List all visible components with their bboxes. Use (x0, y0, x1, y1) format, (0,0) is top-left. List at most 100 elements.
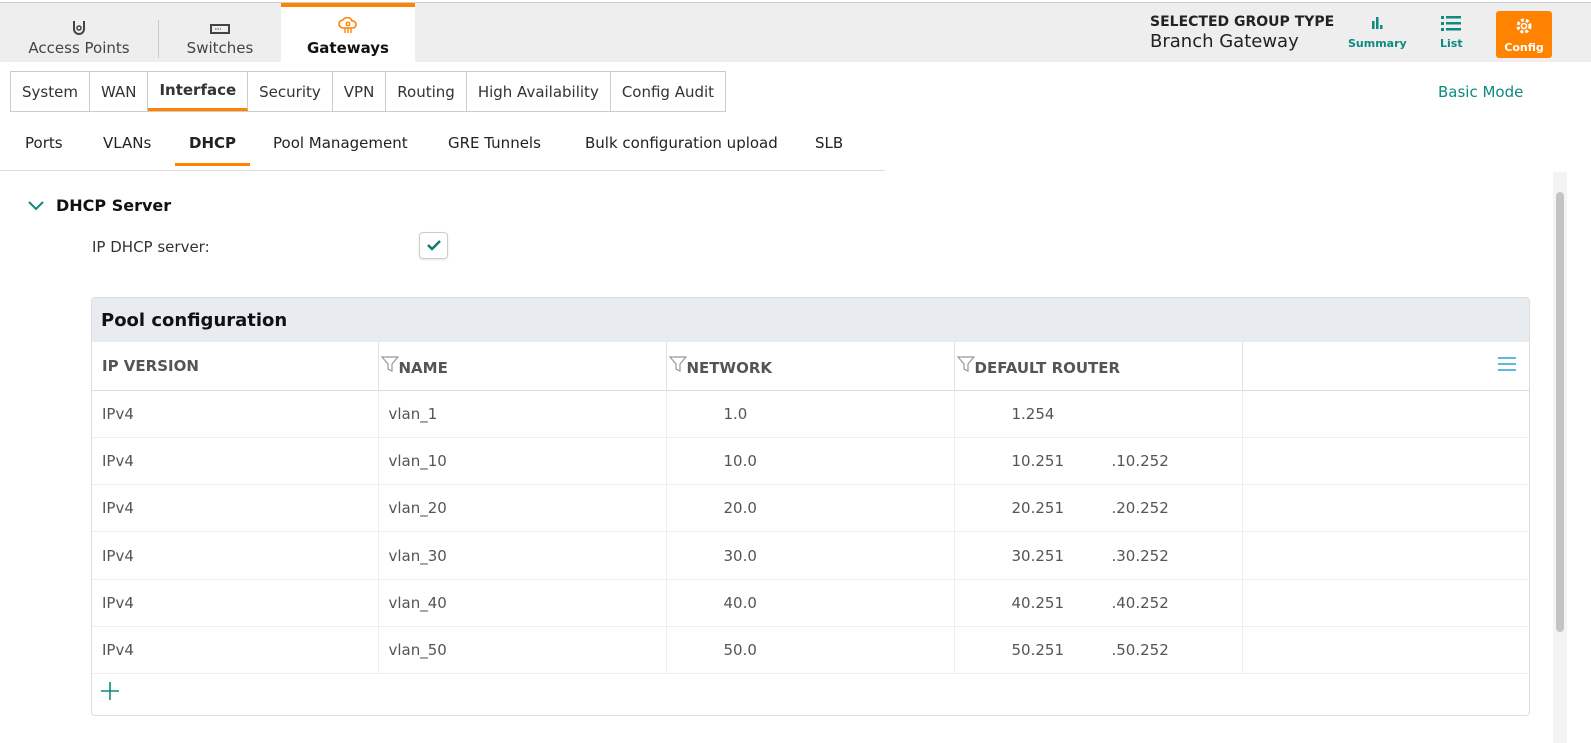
cell-default-router: 30.251 .30.252 (954, 531, 1243, 580)
cell-default-router: 10.251 .10.252 (954, 437, 1243, 486)
router-primary: 50.251 (1011, 641, 1065, 660)
tab-wan[interactable]: WAN (90, 72, 149, 111)
subtab-ports[interactable]: Ports (25, 134, 63, 163)
tab-high-availability[interactable]: High Availability (467, 72, 611, 111)
tab-label: Gateways (306, 39, 389, 57)
col-name[interactable]: NAME (378, 342, 667, 391)
router-secondary: .40.252 (1111, 593, 1169, 612)
cell-network: 30.0 (666, 531, 955, 580)
summary-label: Summary (1348, 37, 1407, 50)
subtab-pool-management[interactable]: Pool Management (273, 134, 408, 163)
cell-ip-version: IPv4 (92, 484, 379, 533)
router-primary: 1.254 (1011, 404, 1055, 423)
section-tabs: System WAN Interface Security VPN Routin… (10, 71, 727, 112)
tab-routing[interactable]: Routing (386, 72, 467, 111)
column-menu[interactable] (1242, 342, 1529, 391)
sub-tabs: Ports VLANs DHCP Pool Management GRE Tun… (0, 124, 885, 171)
cell-ip-version: IPv4 (92, 579, 379, 627)
pool-title: Pool configuration (92, 298, 1529, 342)
top-bar: Access Points Switches Gateways SELECTED… (0, 2, 1591, 63)
pool-table: IP VERSION NAME NETWORK DEFAULT ROUTER I… (92, 342, 1529, 675)
cell-ip-version: IPv4 (92, 626, 379, 675)
table-row[interactable]: IPv4 vlan_20 20.0 20.251 .20.252 (92, 484, 1529, 533)
cell-default-router: 1.254 (954, 390, 1243, 438)
cell-actions (1242, 579, 1529, 627)
col-ip-version[interactable]: IP VERSION (92, 342, 379, 391)
hamburger-menu-icon[interactable] (1497, 356, 1517, 372)
ip-dhcp-label: IP DHCP server: (92, 238, 210, 256)
table-row[interactable]: IPv4 vlan_30 30.0 30.251 .30.252 (92, 531, 1529, 580)
col-label: DEFAULT ROUTER (974, 358, 1121, 377)
cell-network: 40.0 (666, 579, 955, 627)
switch-icon (210, 24, 230, 34)
cell-network: 1.0 (666, 390, 955, 438)
cell-name: vlan_50 (378, 626, 667, 675)
cell-ip-version: IPv4 (92, 531, 379, 580)
tab-config-audit[interactable]: Config Audit (611, 72, 725, 111)
router-primary: 10.251 (1011, 451, 1065, 470)
table-row[interactable]: IPv4 vlan_10 10.0 10.251 .10.252 (92, 437, 1529, 486)
check-icon (426, 240, 441, 251)
cell-network: 20.0 (666, 484, 955, 533)
dhcp-server-header[interactable]: DHCP Server (28, 196, 171, 215)
tab-security[interactable]: Security (248, 72, 333, 111)
router-secondary: .20.252 (1111, 499, 1169, 518)
add-pool-button[interactable] (100, 681, 120, 705)
tab-vpn[interactable]: VPN (333, 72, 387, 111)
cell-network: 50.0 (666, 626, 955, 675)
table-row[interactable]: IPv4 vlan_40 40.0 40.251 .40.252 (92, 579, 1529, 627)
gear-icon (1516, 18, 1532, 33)
router-primary: 30.251 (1011, 546, 1065, 565)
cell-default-router: 50.251 .50.252 (954, 626, 1243, 675)
tab-system[interactable]: System (11, 72, 90, 111)
table-row[interactable]: IPv4 vlan_1 1.0 1.254 (92, 390, 1529, 438)
section-title: DHCP Server (56, 196, 172, 215)
cell-ip-version: IPv4 (92, 437, 379, 486)
cell-name: vlan_40 (378, 579, 667, 627)
filter-icon[interactable] (668, 355, 687, 373)
cell-ip-version: IPv4 (92, 390, 379, 438)
subtab-dhcp[interactable]: DHCP (175, 134, 251, 166)
summary-button[interactable]: Summary (1348, 13, 1407, 50)
ip-dhcp-checkbox[interactable] (419, 232, 448, 259)
config-label: Config (1504, 40, 1544, 54)
group-type-value: Branch Gateway (1150, 31, 1299, 52)
cell-default-router: 20.251 .20.252 (954, 484, 1243, 533)
cell-actions (1242, 484, 1529, 533)
col-network[interactable]: NETWORK (666, 342, 955, 391)
scrollbar-thumb[interactable] (1556, 192, 1564, 632)
access-point-icon (73, 21, 85, 35)
cell-actions (1242, 437, 1529, 486)
subtab-slb[interactable]: SLB (815, 134, 843, 163)
cell-name: vlan_1 (378, 390, 667, 438)
col-label: IP VERSION (102, 356, 199, 375)
filter-icon[interactable] (956, 355, 975, 373)
subtab-gre-tunnels[interactable]: GRE Tunnels (448, 134, 541, 163)
cell-actions (1242, 531, 1529, 580)
list-button[interactable]: List (1440, 13, 1463, 50)
tab-interface[interactable]: Interface (148, 72, 249, 111)
group-type-heading: SELECTED GROUP TYPE (1150, 14, 1335, 30)
tab-gateways[interactable]: Gateways (281, 3, 415, 63)
vertical-scrollbar[interactable] (1553, 172, 1567, 743)
cell-actions (1242, 390, 1529, 438)
router-primary: 20.251 (1011, 499, 1065, 518)
tab-label: Access Points (28, 39, 130, 57)
chevron-down-icon (28, 200, 44, 210)
tab-switches[interactable]: Switches (159, 3, 281, 63)
tab-access-points[interactable]: Access Points (0, 3, 158, 63)
subtab-vlans[interactable]: VLANs (103, 134, 151, 163)
config-button[interactable]: Config (1496, 11, 1552, 58)
col-default-router[interactable]: DEFAULT ROUTER (954, 342, 1243, 391)
cell-name: vlan_10 (378, 437, 667, 486)
filter-icon[interactable] (380, 355, 399, 373)
cell-network: 10.0 (666, 437, 955, 486)
col-label: NETWORK (686, 358, 773, 377)
gateway-icon (338, 17, 357, 33)
cell-actions (1242, 626, 1529, 675)
basic-mode-link[interactable]: Basic Mode (1438, 83, 1523, 101)
router-secondary: .10.252 (1111, 451, 1169, 470)
table-row[interactable]: IPv4 vlan_50 50.0 50.251 .50.252 (92, 626, 1529, 675)
cell-default-router: 40.251 .40.252 (954, 579, 1243, 627)
subtab-bulk-upload[interactable]: Bulk configuration upload (585, 134, 778, 163)
